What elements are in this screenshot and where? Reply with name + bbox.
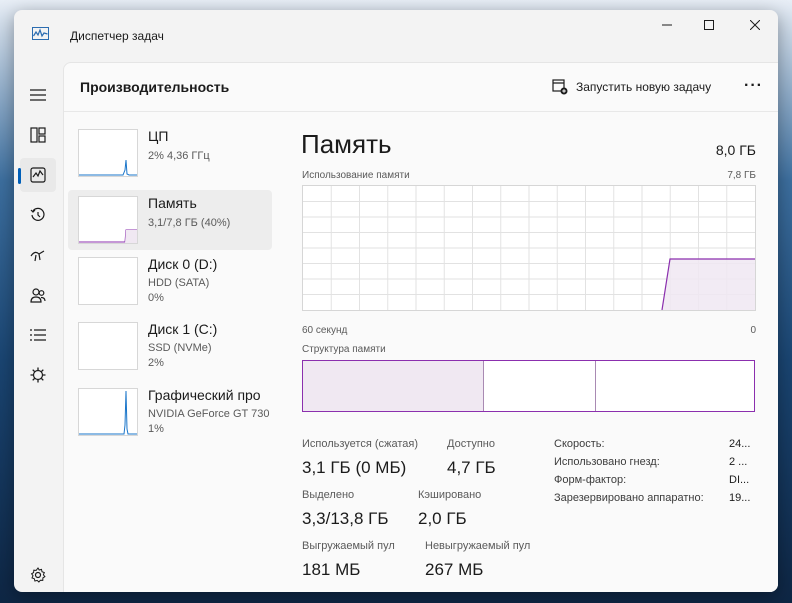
cpu-thumbnail-graph [78,129,138,177]
processes-icon [30,127,46,143]
sidebar-item-memory[interactable]: Память 3,1/7,8 ГБ (40%) [68,190,272,250]
memory-total: 8,0 ГБ [715,142,756,158]
sidebar-item-detail: 2% 4,36 ГГц [148,150,210,162]
speed-label: Скорость: [554,438,605,450]
nav-app-history[interactable] [20,198,56,232]
sidebar-item-usage: 1% [148,423,164,435]
sidebar-item-usage: 0% [148,292,164,304]
sidebar-item-detail: 3,1/7,8 ГБ (40%) [148,217,231,229]
hardware-reserved-label: Зарезервировано аппаратно: [554,492,704,504]
task-manager-app-icon [32,27,49,40]
memory-structure-modified [485,361,596,411]
sidebar-item-label: ЦП [148,128,169,144]
nav-startup-apps[interactable] [20,238,56,272]
sidebar-item-label: Память [148,195,197,211]
disk-1-thumbnail-graph [78,322,138,370]
available-value: 4,7 ГБ [447,458,496,477]
sidebar-item-cpu[interactable]: ЦП 2% 4,36 ГГц [68,123,272,183]
in-use-value: 3,1 ГБ (0 МБ) [302,458,407,477]
sidebar-item-label: Графический про [148,387,261,403]
graph-time-end: 0 [750,325,756,336]
sidebar-item-detail: NVIDIA GeForce GT 730 [148,408,270,420]
memory-title: Память [301,129,392,159]
memory-usage-label: Использование памяти [302,170,410,181]
settings-icon [30,567,46,583]
minimize-button[interactable] [644,10,690,40]
memory-usage-fill [662,259,755,310]
committed-label: Выделено [302,489,355,501]
slots-used-label: Использовано гнезд: [554,456,660,468]
page-header: Производительность Запустить новую задач… [64,63,778,112]
hamburger-menu-icon [30,89,46,101]
cached-label: Кэшировано [418,489,482,501]
memory-structure-label: Структура памяти [302,344,386,355]
memory-thumbnail-graph [78,196,138,244]
nav-users[interactable] [20,278,56,312]
sidebar-item-usage: 2% [148,357,164,369]
hamburger-menu-button[interactable] [20,78,56,112]
page-title: Производительность [80,79,230,95]
users-icon [30,288,46,303]
services-icon [30,367,46,383]
memory-usage-graph [302,185,756,311]
more-options-button[interactable]: ··· [744,77,763,95]
task-manager-window: Диспетчер задач Производительность Запус… [14,10,778,592]
nav-settings[interactable] [20,558,56,592]
new-task-icon [552,79,568,95]
available-label: Доступно [447,438,496,450]
cached-value: 2,0 ГБ [418,509,467,528]
details-icon [30,329,46,341]
sidebar-item-disk-0[interactable]: Диск 0 (D:) HDD (SATA) 0% [68,251,272,311]
app-history-icon [30,207,45,221]
close-icon [750,20,760,30]
nav-services[interactable] [20,358,56,392]
minimize-icon [662,24,672,26]
paged-pool-value: 181 МБ [302,560,361,579]
nav-details[interactable] [20,318,56,352]
gpu-thumbnail-graph [78,388,138,436]
committed-value: 3,3/13,8 ГБ [302,509,389,528]
content-pane: Производительность Запустить новую задач… [63,62,778,592]
run-new-task-button[interactable]: Запустить новую задачу [552,77,711,97]
navigation-rail [14,60,62,592]
memory-structure-free [596,361,754,411]
sidebar-item-detail: HDD (SATA) [148,277,210,289]
nonpaged-pool-value: 267 МБ [425,560,484,579]
maximize-icon [704,20,714,30]
nonpaged-pool-label: Невыгружаемый пул [425,540,531,552]
nav-processes[interactable] [20,118,56,152]
graph-time-start: 60 секунд [302,325,348,336]
speed-value: 24... [729,438,751,450]
sidebar-item-gpu[interactable]: Графический про NVIDIA GeForce GT 730 1% [68,382,272,442]
startup-apps-icon [30,250,45,262]
in-use-label: Используется (сжатая) [302,438,419,450]
window-title: Диспетчер задач [70,29,164,43]
sidebar-item-label: Диск 0 (D:) [148,256,218,272]
sidebar-item-detail: SSD (NVMe) [148,342,212,354]
form-factor-value: DI... [729,474,750,486]
nav-performance[interactable] [18,158,56,192]
slots-used-value: 2 ... [729,456,748,468]
form-factor-label: Форм-фактор: [554,474,627,486]
memory-usage-max: 7,8 ГБ [727,170,756,181]
title-bar: Диспетчер задач [14,10,778,60]
close-button[interactable] [732,10,778,40]
paged-pool-label: Выгружаемый пул [302,540,395,552]
disk-0-thumbnail-graph [78,257,138,305]
sidebar-item-label: Диск 1 (C:) [148,321,218,337]
run-new-task-label: Запустить новую задачу [576,80,712,94]
memory-structure-bar [302,360,755,412]
sidebar-item-disk-1[interactable]: Диск 1 (C:) SSD (NVMe) 2% [68,316,272,376]
maximize-button[interactable] [686,10,732,40]
performance-icon [30,167,46,183]
memory-structure-in-use [303,361,484,411]
hardware-reserved-value: 19... [729,492,751,504]
